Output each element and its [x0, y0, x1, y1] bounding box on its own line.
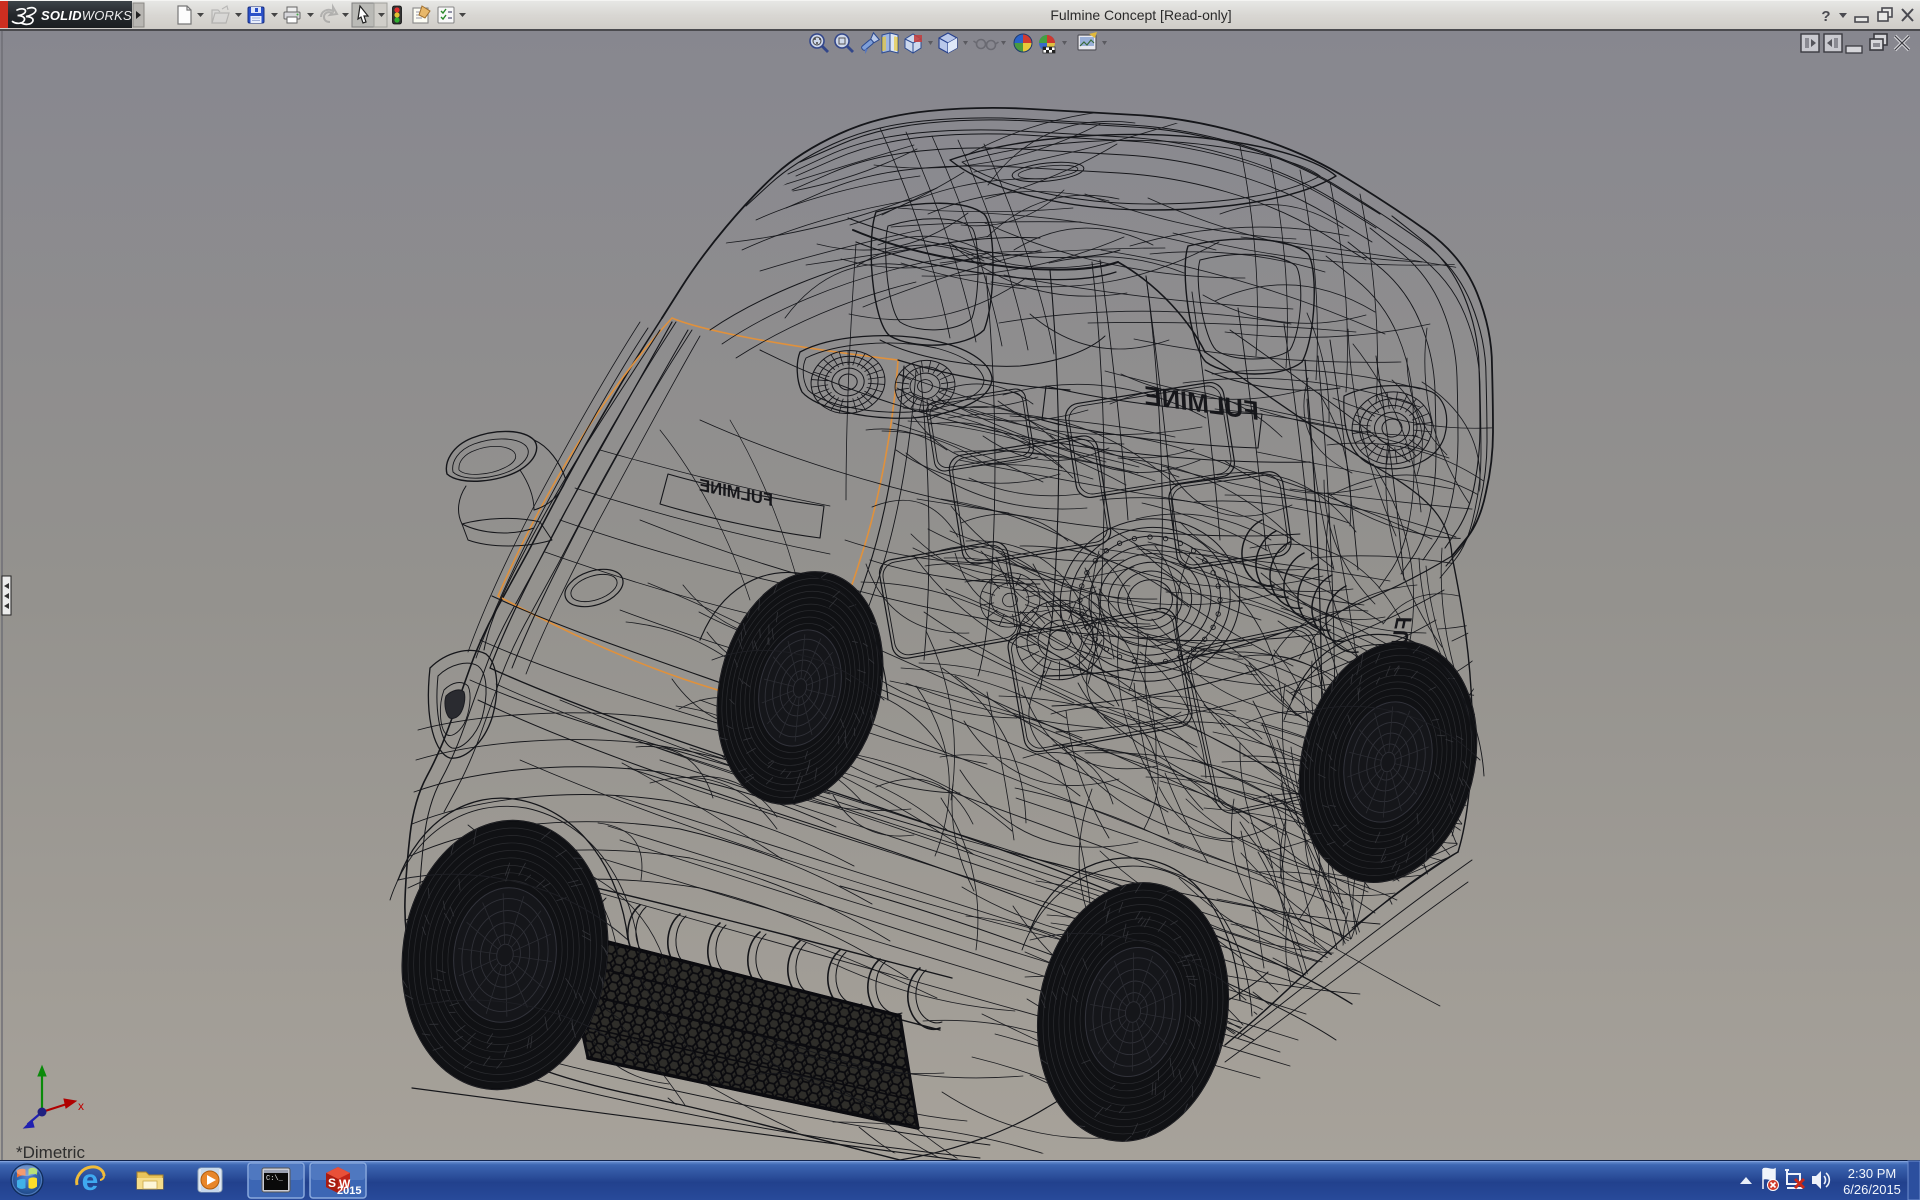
svg-text:2:30 PM: 2:30 PM — [1848, 1166, 1896, 1181]
svg-text:C:\_: C:\_ — [266, 1175, 284, 1183]
svg-text:x: x — [78, 1099, 84, 1113]
svg-text:S: S — [328, 1176, 336, 1190]
svg-text:*Dimetric: *Dimetric — [16, 1143, 85, 1162]
svg-text:SOLIDWORKS: SOLIDWORKS — [41, 8, 132, 23]
svg-text:2015: 2015 — [337, 1185, 361, 1197]
svg-text:Fulmine Concept [Read-only]: Fulmine Concept [Read-only] — [1050, 7, 1231, 23]
svg-text:?: ? — [1821, 8, 1830, 25]
svg-text:6/26/2015: 6/26/2015 — [1843, 1182, 1901, 1197]
